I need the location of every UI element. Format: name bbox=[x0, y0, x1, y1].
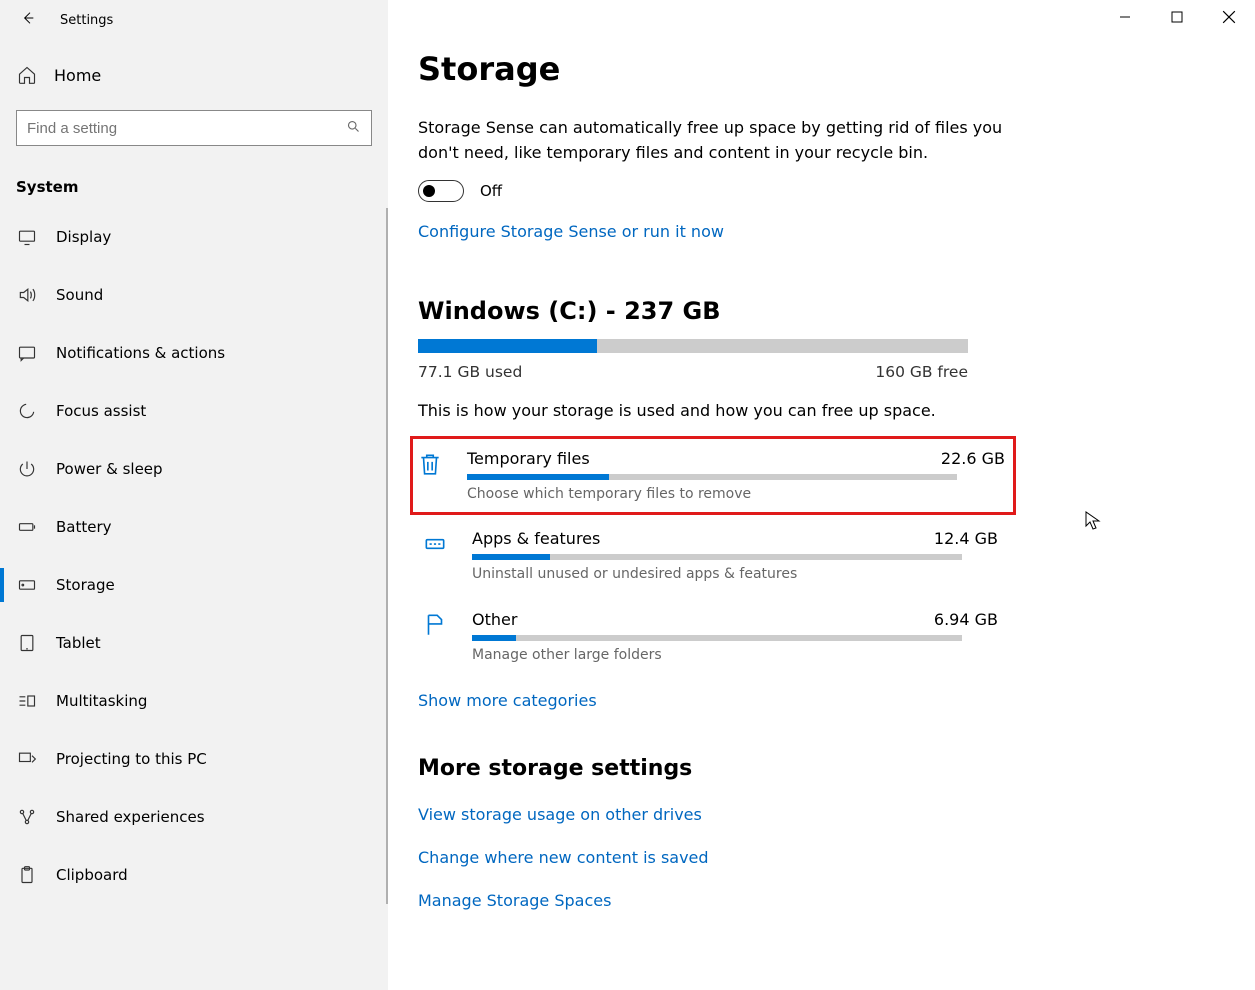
nav-label: Tablet bbox=[56, 634, 101, 652]
close-button[interactable] bbox=[1203, 0, 1255, 34]
drive-usage-bar bbox=[418, 339, 968, 353]
battery-icon bbox=[16, 516, 38, 538]
trash-icon bbox=[413, 449, 447, 477]
sidebar-item-focus-assist[interactable]: Focus assist bbox=[0, 382, 388, 440]
sidebar-item-projecting[interactable]: Projecting to this PC bbox=[0, 730, 388, 788]
power-icon bbox=[16, 458, 38, 480]
nav-label: Clipboard bbox=[56, 866, 128, 884]
nav-label: Focus assist bbox=[56, 402, 146, 420]
configure-storage-sense-link[interactable]: Configure Storage Sense or run it now bbox=[418, 222, 724, 241]
category-name: Apps & features bbox=[472, 529, 600, 548]
notifications-icon bbox=[16, 342, 38, 364]
tablet-icon bbox=[16, 632, 38, 654]
search-box[interactable] bbox=[16, 110, 372, 146]
change-save-location-link[interactable]: Change where new content is saved bbox=[418, 848, 1008, 867]
toggle-label: Off bbox=[480, 182, 502, 200]
category-name: Other bbox=[472, 610, 517, 629]
nav-label: Shared experiences bbox=[56, 808, 205, 826]
projecting-icon bbox=[16, 748, 38, 770]
category-size: 12.4 GB bbox=[934, 529, 998, 548]
nav-label: Multitasking bbox=[56, 692, 147, 710]
display-icon bbox=[16, 226, 38, 248]
apps-icon bbox=[418, 529, 452, 557]
maximize-button[interactable] bbox=[1151, 0, 1203, 34]
drive-title: Windows (C:) - 237 GB bbox=[418, 297, 1008, 325]
sidebar: Settings Home System Display Sound Notif… bbox=[0, 0, 388, 990]
sidebar-item-notifications[interactable]: Notifications & actions bbox=[0, 324, 388, 382]
main-panel: Storage Storage Sense can automatically … bbox=[388, 0, 1255, 990]
sidebar-item-clipboard[interactable]: Clipboard bbox=[0, 846, 388, 904]
storage-sense-toggle[interactable] bbox=[418, 180, 464, 202]
nav-list: Display Sound Notifications & actions Fo… bbox=[0, 208, 388, 904]
sidebar-item-tablet[interactable]: Tablet bbox=[0, 614, 388, 672]
nav-label: Storage bbox=[56, 576, 115, 594]
category-sub: Manage other large folders bbox=[472, 647, 998, 663]
clipboard-icon bbox=[16, 864, 38, 886]
view-other-drives-link[interactable]: View storage usage on other drives bbox=[418, 805, 1008, 824]
page-title: Storage bbox=[418, 50, 1008, 88]
shared-icon bbox=[16, 806, 38, 828]
search-input[interactable] bbox=[27, 120, 346, 137]
other-icon bbox=[418, 610, 452, 638]
category-size: 22.6 GB bbox=[941, 449, 1005, 468]
nav-label: Battery bbox=[56, 518, 112, 536]
sidebar-item-power-sleep[interactable]: Power & sleep bbox=[0, 440, 388, 498]
focus-assist-icon bbox=[16, 400, 38, 422]
more-settings-title: More storage settings bbox=[418, 756, 1008, 781]
home-label: Home bbox=[54, 66, 101, 85]
nav-label: Projecting to this PC bbox=[56, 750, 207, 768]
multitasking-icon bbox=[16, 690, 38, 712]
nav-label: Sound bbox=[56, 286, 103, 304]
used-label: 77.1 GB used bbox=[418, 363, 522, 381]
usage-desc: This is how your storage is used and how… bbox=[418, 401, 1008, 420]
section-label: System bbox=[0, 150, 388, 208]
sidebar-item-sound[interactable]: Sound bbox=[0, 266, 388, 324]
category-name: Temporary files bbox=[467, 449, 590, 468]
category-temporary-files[interactable]: Temporary files 22.6 GB Choose which tem… bbox=[410, 436, 1016, 515]
home-icon bbox=[16, 64, 38, 86]
back-button[interactable] bbox=[8, 10, 48, 30]
sidebar-item-battery[interactable]: Battery bbox=[0, 498, 388, 556]
sound-icon bbox=[16, 284, 38, 306]
manage-storage-spaces-link[interactable]: Manage Storage Spaces bbox=[418, 891, 1008, 910]
storage-icon bbox=[16, 574, 38, 596]
nav-label: Power & sleep bbox=[56, 460, 163, 478]
free-label: 160 GB free bbox=[875, 363, 968, 381]
sidebar-item-shared-experiences[interactable]: Shared experiences bbox=[0, 788, 388, 846]
nav-label: Display bbox=[56, 228, 111, 246]
minimize-button[interactable] bbox=[1099, 0, 1151, 34]
search-icon bbox=[346, 119, 361, 138]
category-sub: Choose which temporary files to remove bbox=[467, 486, 1005, 502]
category-apps-features[interactable]: Apps & features 12.4 GB Uninstall unused… bbox=[418, 515, 1008, 596]
nav-label: Notifications & actions bbox=[56, 344, 225, 362]
sidebar-item-storage[interactable]: Storage bbox=[0, 556, 388, 614]
app-title: Settings bbox=[60, 13, 113, 28]
cursor-icon bbox=[1085, 511, 1101, 531]
home-link[interactable]: Home bbox=[0, 40, 388, 102]
category-other[interactable]: Other 6.94 GB Manage other large folders bbox=[418, 596, 1008, 677]
sidebar-item-multitasking[interactable]: Multitasking bbox=[0, 672, 388, 730]
show-more-categories-link[interactable]: Show more categories bbox=[418, 691, 597, 710]
sidebar-item-display[interactable]: Display bbox=[0, 208, 388, 266]
storage-sense-desc: Storage Sense can automatically free up … bbox=[418, 116, 1008, 166]
category-size: 6.94 GB bbox=[934, 610, 998, 629]
category-sub: Uninstall unused or undesired apps & fea… bbox=[472, 566, 998, 582]
